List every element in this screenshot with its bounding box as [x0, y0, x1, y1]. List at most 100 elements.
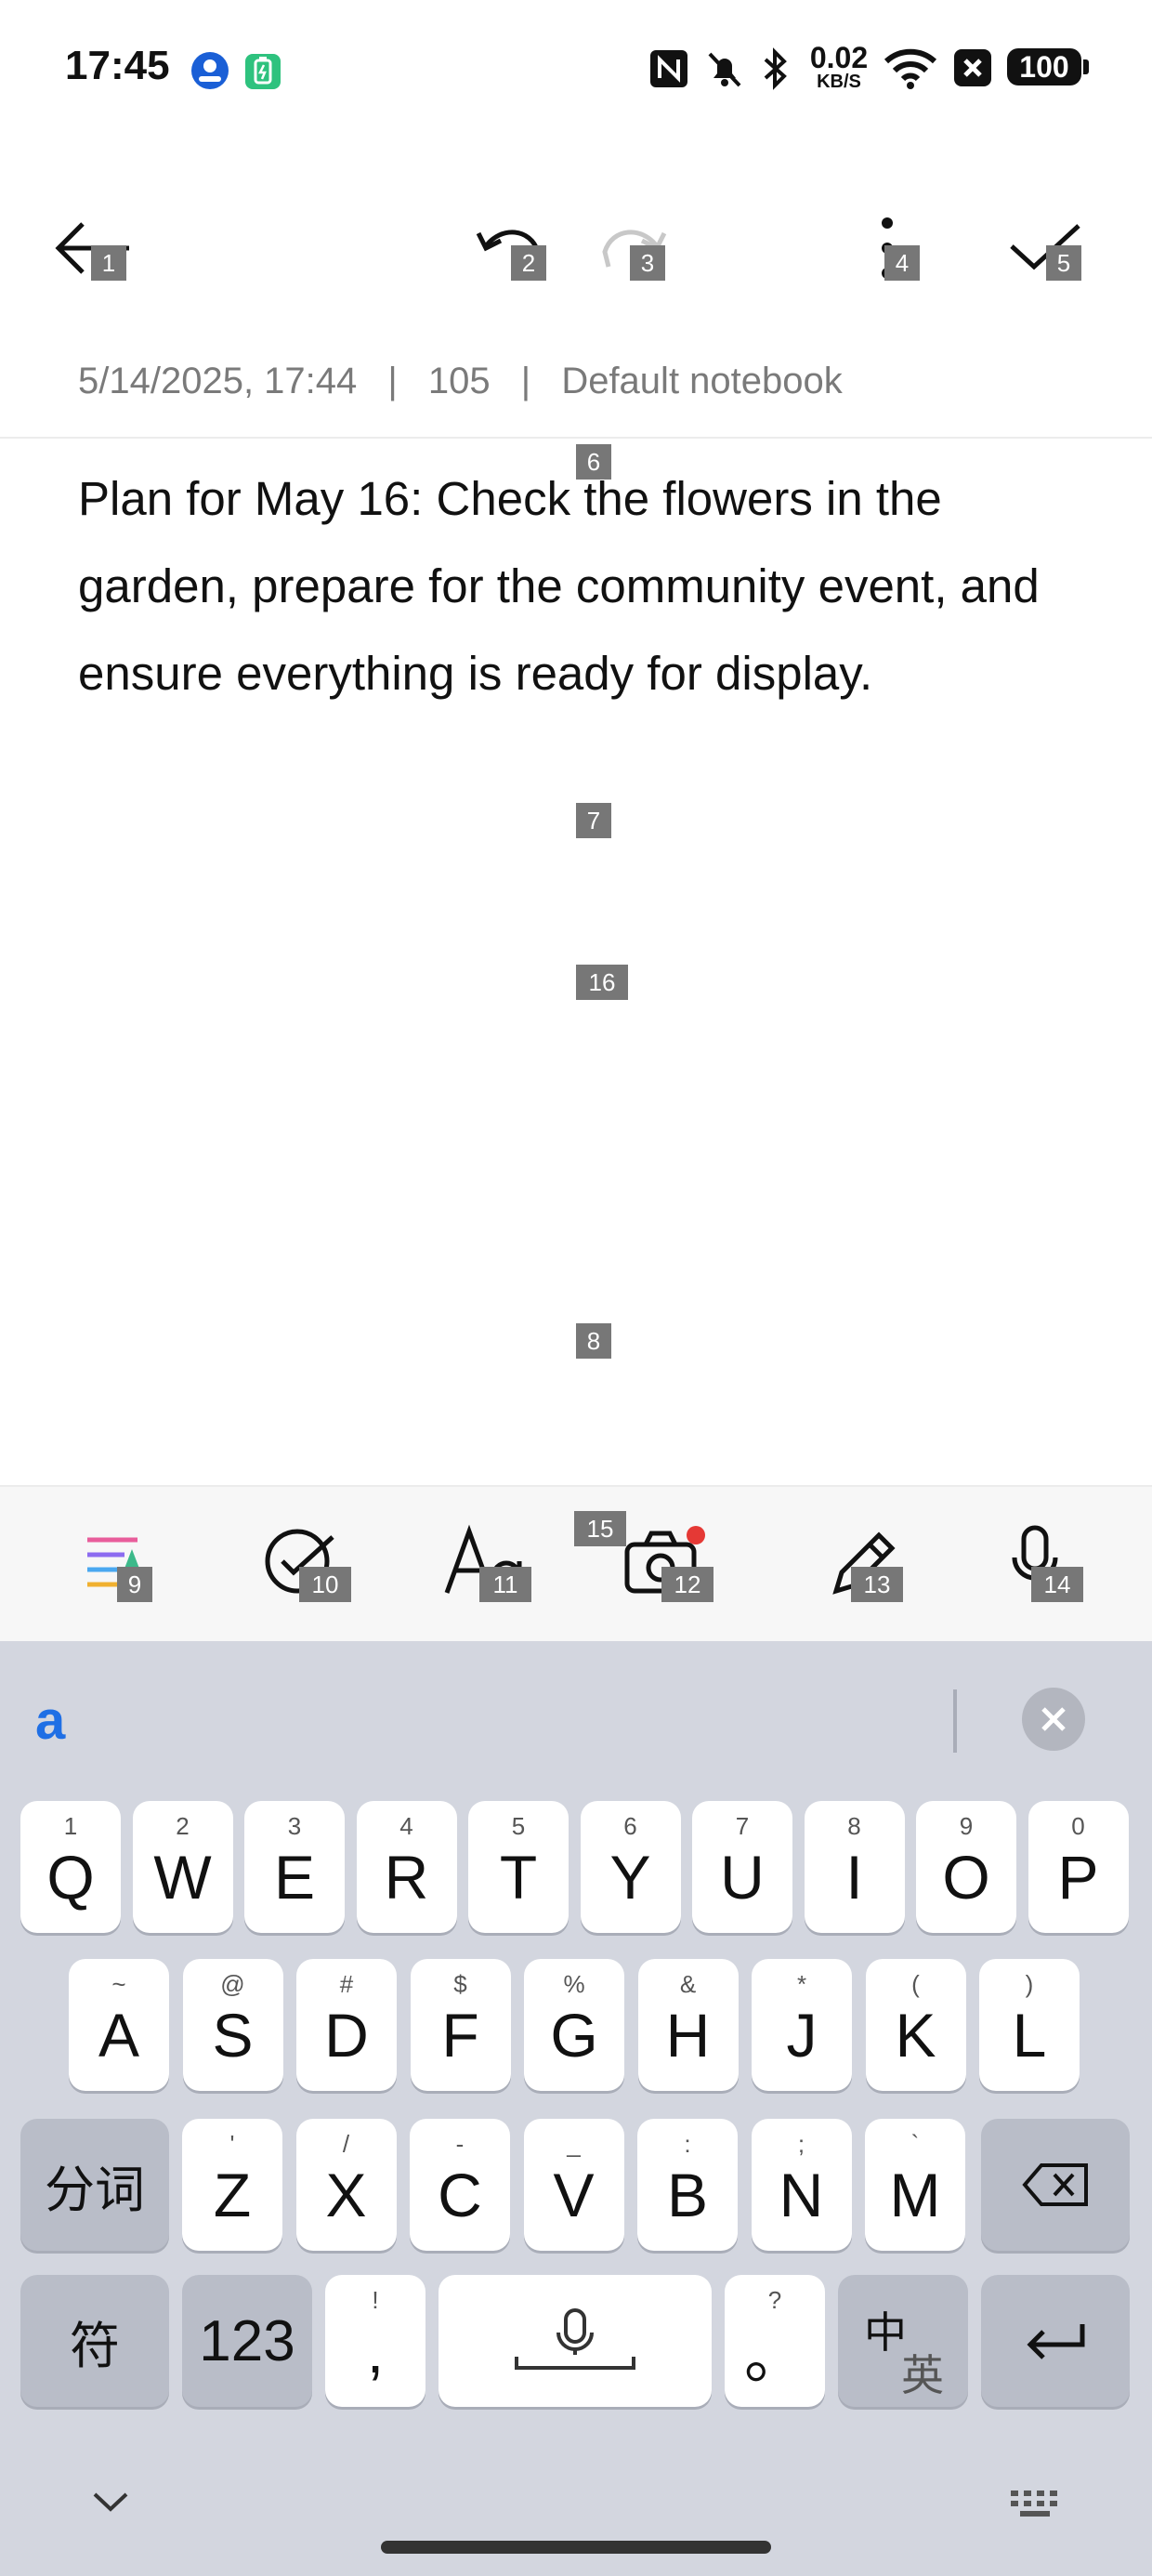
back-button[interactable]: 1 — [43, 197, 145, 299]
chevron-down-icon — [93, 2492, 128, 2512]
key-l[interactable]: ) L — [979, 1959, 1080, 2091]
key-label: H — [665, 2001, 711, 2070]
camera-badge: 12 — [661, 1567, 713, 1602]
key-m[interactable]: ` M — [865, 2119, 965, 2251]
battery-saver-icon — [245, 54, 281, 89]
home-indicator[interactable] — [381, 2541, 771, 2554]
enter-icon — [1027, 2324, 1085, 2359]
voice-input-button[interactable]: 14 — [979, 1505, 1091, 1617]
key-label: J — [786, 2001, 818, 2070]
segment-key[interactable]: 分词 — [20, 2119, 169, 2251]
key-w[interactable]: 2W — [132, 1801, 233, 1933]
key-n[interactable]: ; N — [751, 2119, 852, 2251]
key-label: O — [942, 1843, 990, 1912]
key-label: R — [384, 1843, 429, 1912]
key-g[interactable]: % G — [524, 1959, 624, 2091]
key-t[interactable]: 5T — [468, 1801, 569, 1933]
key-o[interactable]: 9O — [916, 1801, 1016, 1933]
more-options-button[interactable]: 4 — [836, 197, 938, 299]
clear-candidate-button[interactable] — [1022, 1688, 1085, 1751]
key-z[interactable]: ' Z — [182, 2119, 282, 2251]
style-list-button[interactable]: 9 — [61, 1505, 173, 1617]
editor-badge: 16 — [576, 965, 628, 1000]
keyboard-switch-button[interactable] — [1009, 2487, 1074, 2524]
meta-separator: | — [387, 361, 398, 401]
period-key[interactable]: ? 。 — [725, 2275, 825, 2407]
key-f[interactable]: $ F — [410, 1959, 511, 2091]
numbers-key[interactable]: 123 — [182, 2275, 312, 2407]
mute-icon — [708, 52, 741, 87]
symbols-key[interactable]: 符 — [20, 2275, 169, 2407]
checklist-badge: 10 — [299, 1567, 351, 1602]
key-a[interactable]: ~ A — [69, 1959, 169, 2091]
key-label: Y — [609, 1843, 651, 1912]
key-q[interactable]: 1Q — [20, 1801, 121, 1933]
key-hint: - — [455, 2130, 465, 2158]
collapse-keyboard-button[interactable] — [89, 2487, 145, 2524]
period-key-label: 。 — [744, 2321, 805, 2390]
mic-badge: 14 — [1031, 1567, 1083, 1602]
key-hint: ' — [229, 2130, 235, 2158]
backspace-icon — [1022, 2163, 1088, 2206]
key-p[interactable]: 0P — [1028, 1801, 1129, 1933]
key-j[interactable]: * J — [752, 1959, 852, 2091]
key-label: X — [325, 2161, 367, 2229]
style-badge: 9 — [117, 1567, 152, 1602]
key-hint: ` — [910, 2130, 920, 2158]
key-label: S — [212, 2001, 254, 2070]
checklist-button[interactable]: 10 — [243, 1505, 355, 1617]
key-e[interactable]: 3E — [244, 1801, 345, 1933]
key-label: Z — [213, 2161, 252, 2229]
done-button[interactable]: 5 — [994, 197, 1096, 299]
note-text[interactable]: Plan for May 16: Check the flowers in th… — [78, 455, 1081, 717]
key-i[interactable]: 8I — [804, 1801, 905, 1933]
redo-button[interactable]: 3 — [582, 197, 684, 299]
key-h[interactable]: & H — [637, 1959, 739, 2091]
key-hint: 3 — [287, 1812, 302, 1840]
comma-key[interactable]: ! , — [325, 2275, 425, 2407]
key-hint: 6 — [623, 1812, 637, 1840]
comma-key-sup: ! — [372, 2286, 379, 2314]
redo-badge: 3 — [630, 245, 665, 281]
net-speed-value: 0.02 — [809, 41, 869, 74]
space-key[interactable] — [439, 2275, 712, 2407]
candidate-text[interactable]: a — [35, 1689, 65, 1752]
key-hint: ) — [1025, 1970, 1034, 1998]
key-u[interactable]: 7U — [692, 1801, 792, 1933]
key-label: N — [779, 2161, 824, 2229]
key-label: W — [153, 1843, 212, 1912]
notebook-selector[interactable]: Default notebook — [561, 361, 842, 401]
enter-key[interactable] — [981, 2275, 1130, 2407]
more-badge: 4 — [884, 245, 920, 281]
text-format-button[interactable]: 11 — [429, 1505, 541, 1617]
key-x[interactable]: / X — [295, 2119, 397, 2251]
language-switch-key[interactable]: 中 英 — [838, 2275, 968, 2407]
close-box-icon — [954, 49, 991, 86]
numbers-key-label: 123 — [199, 2308, 295, 2373]
keyboard-icon — [1011, 2491, 1057, 2517]
comma-key-label: , — [366, 2317, 385, 2385]
key-hint: % — [563, 1970, 585, 1998]
segment-key-label: 分词 — [45, 2162, 145, 2218]
key-v[interactable]: _ V — [523, 2119, 624, 2251]
key-y[interactable]: 6Y — [580, 1801, 681, 1933]
key-k[interactable]: (K — [865, 1959, 966, 2091]
key-b[interactable]: :B — [637, 2119, 738, 2251]
key-hint: _ — [567, 2130, 581, 2158]
back-badge: 1 — [91, 245, 126, 281]
backspace-key[interactable] — [981, 2119, 1130, 2251]
key-s[interactable]: @ S — [182, 1959, 283, 2091]
undo-button[interactable]: 2 — [459, 197, 561, 299]
nfc-icon — [650, 50, 687, 87]
key-r[interactable]: 4R — [356, 1801, 457, 1933]
key-label: M — [889, 2161, 941, 2229]
key-hint: ~ — [111, 1970, 126, 1998]
key-hint: $ — [453, 1970, 467, 1998]
key-c[interactable]: -C — [410, 2119, 510, 2251]
handwriting-button[interactable]: 13 — [808, 1505, 920, 1617]
camera-button[interactable]: 12 — [608, 1505, 719, 1617]
key-d[interactable]: # D — [296, 1959, 397, 2091]
key-hint: 5 — [511, 1812, 526, 1840]
status-bar: 17:45 0.02 KB/S 100 — [0, 0, 1152, 139]
app-badge-icon — [191, 52, 229, 89]
